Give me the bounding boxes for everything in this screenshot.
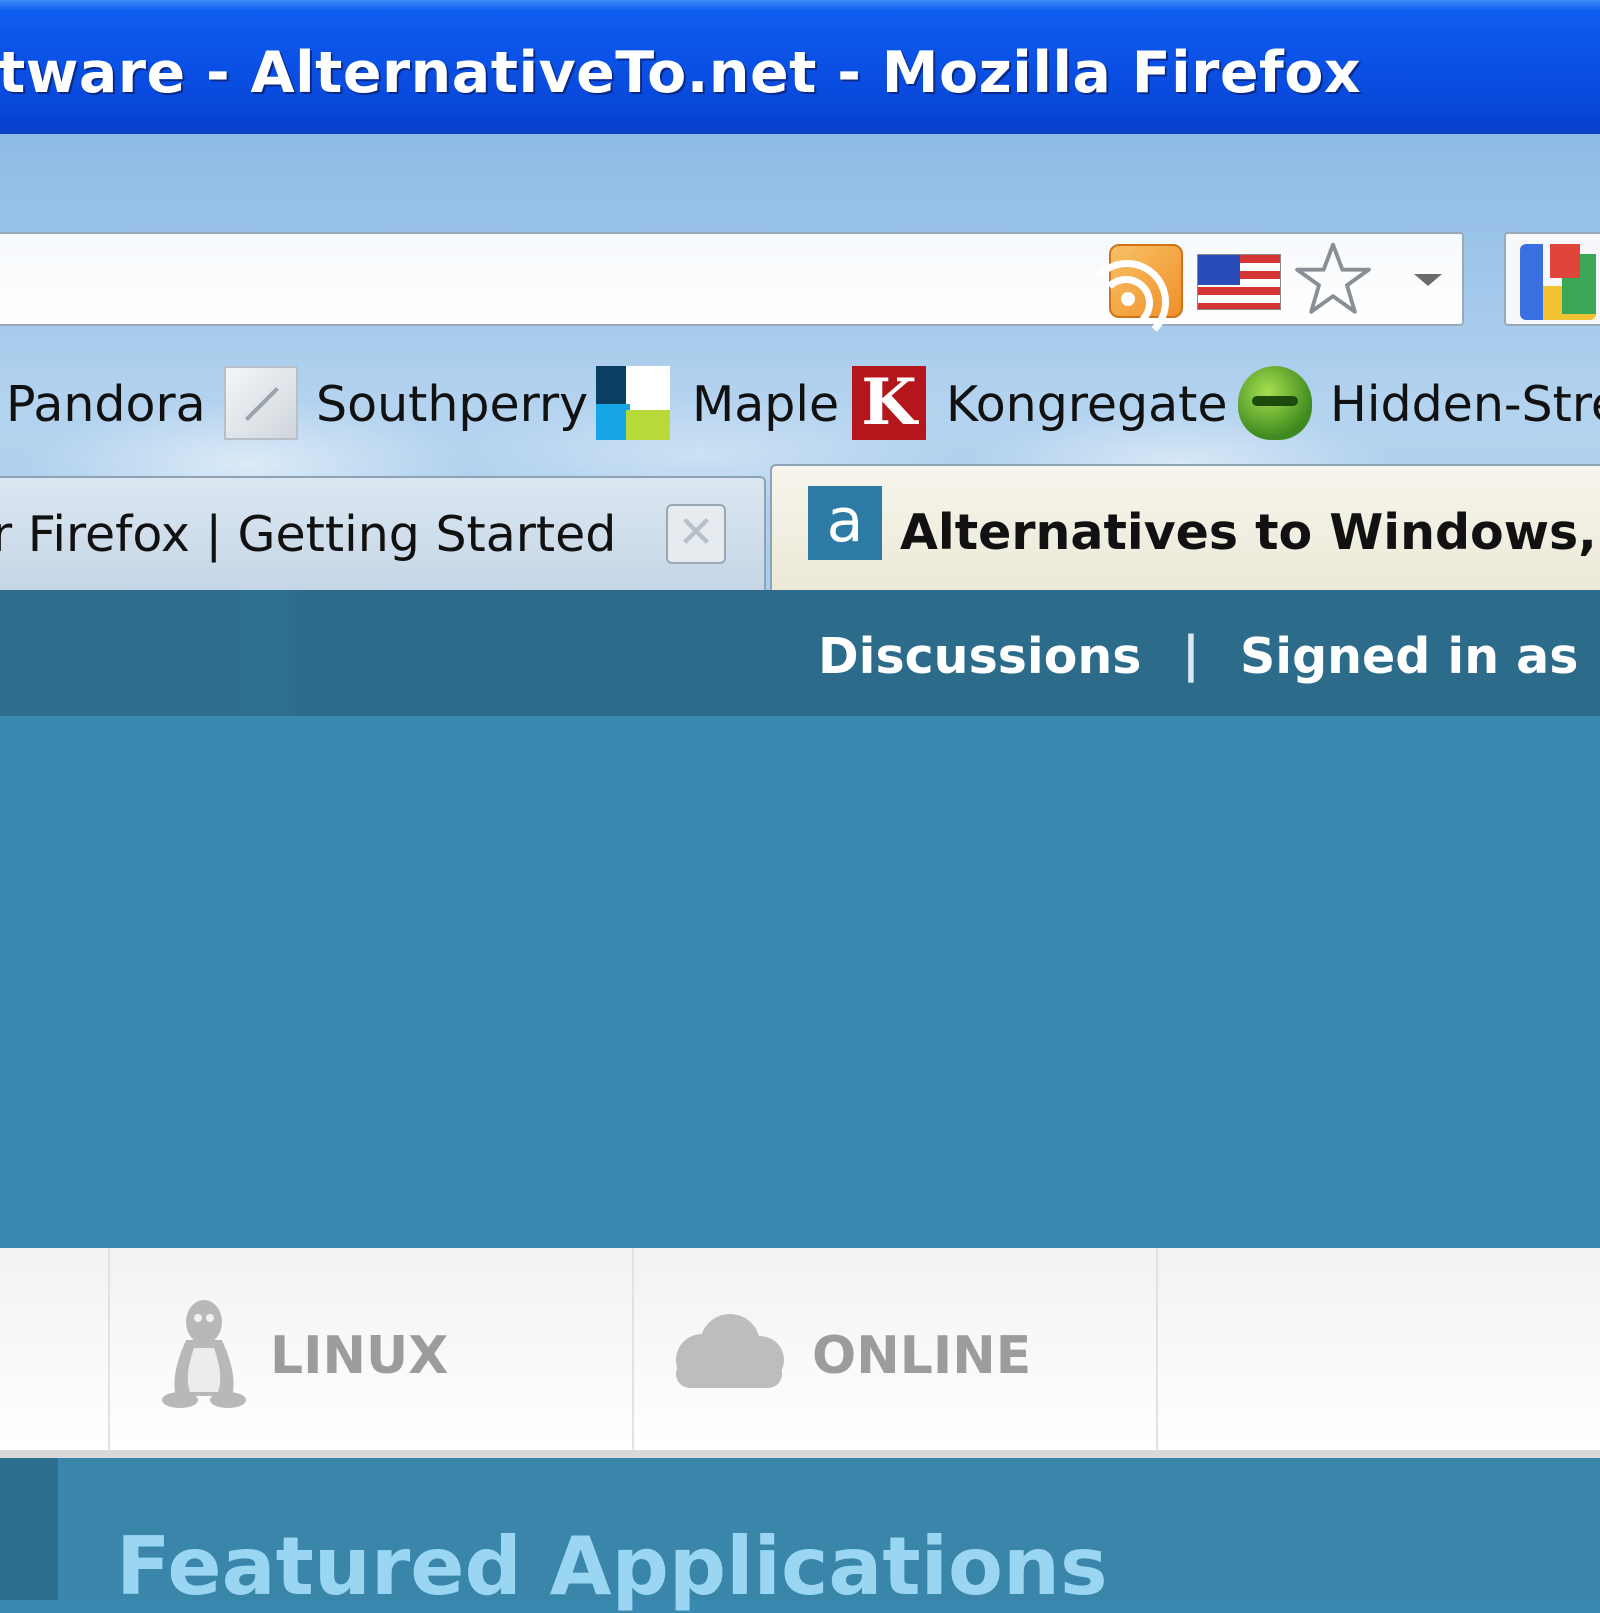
tab-label: r Firefox | Getting Started xyxy=(0,506,617,563)
bookmark-hidden-street[interactable]: Hidden-Stre xyxy=(1238,352,1600,452)
signed-in-link[interactable]: Signed in as xyxy=(1240,628,1578,685)
tab-getting-started[interactable]: r Firefox | Getting Started ✕ xyxy=(0,476,766,590)
platform-online[interactable]: ONLINE xyxy=(634,1248,1154,1450)
site-top-nav: Discussions | Signed in as xyxy=(0,590,1600,716)
browser-chrome: Pandora Southperry Maple K Kongregate Hi… xyxy=(0,134,1600,590)
us-flag-icon[interactable] xyxy=(1197,254,1281,310)
bookmark-kongregate[interactable]: K Kongregate xyxy=(852,352,1228,452)
bookmark-maple[interactable]: Maple xyxy=(596,352,839,452)
sidebar-strip xyxy=(0,1458,58,1600)
alternativeto-favicon-icon: a xyxy=(808,486,882,560)
rss-icon[interactable] xyxy=(1085,244,1183,344)
platform-label: LINUX xyxy=(270,1326,449,1386)
window-titlebar[interactable]: tware - AlternativeTo.net - Mozilla Fire… xyxy=(0,0,1600,134)
bookmark-star-icon[interactable] xyxy=(1294,240,1372,318)
platform-label: ONLINE xyxy=(812,1326,1032,1386)
bookmarks-toolbar: Pandora Southperry Maple K Kongregate Hi… xyxy=(0,352,1600,452)
bookmark-pandora[interactable]: Pandora xyxy=(0,352,206,452)
bookmark-label: Kongregate xyxy=(946,376,1228,433)
discussions-link[interactable]: Discussions xyxy=(818,628,1141,685)
tab-alternativeto[interactable]: a Alternatives to Windows, M xyxy=(770,464,1600,590)
dropdown-arrow-icon[interactable] xyxy=(1414,274,1442,286)
featured-section: Featured Applications xyxy=(0,1458,1600,1613)
tux-penguin-icon xyxy=(162,1300,246,1408)
bookmark-label: Maple xyxy=(692,376,840,433)
nav-separator: | xyxy=(1182,626,1200,683)
platform-tabs: LINUX ONLINE xyxy=(0,1248,1600,1458)
maple-icon xyxy=(596,366,670,440)
hidden-street-icon xyxy=(1238,366,1312,440)
bookmark-southperry[interactable]: Southperry xyxy=(224,352,588,452)
bookmark-label: Southperry xyxy=(316,376,589,433)
page-content: Discussions | Signed in as LINUX ONLINE … xyxy=(0,590,1600,1613)
bookmark-label: Pandora xyxy=(6,376,206,433)
kongregate-icon: K xyxy=(852,366,926,440)
window-title: tware - AlternativeTo.net - Mozilla Fire… xyxy=(0,40,1362,106)
featured-heading: Featured Applications xyxy=(116,1520,1108,1613)
tab-label: Alternatives to Windows, M xyxy=(900,504,1600,561)
cloud-icon xyxy=(676,1314,784,1388)
platform-linux[interactable]: LINUX xyxy=(110,1248,630,1450)
close-tab-icon[interactable]: ✕ xyxy=(666,504,726,564)
tab-strip: r Firefox | Getting Started ✕ a Alternat… xyxy=(0,464,1600,590)
google-search-icon[interactable] xyxy=(1520,244,1596,320)
bookmark-label: Hidden-Stre xyxy=(1330,376,1600,433)
southperry-icon xyxy=(224,366,298,440)
